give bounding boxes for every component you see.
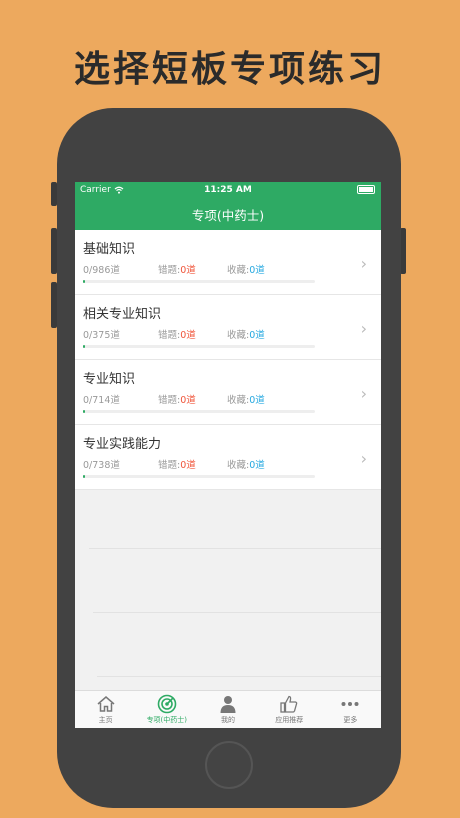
- wrong-count: 0道: [180, 395, 196, 406]
- category-list: 基础知识 0/986道 错题:0道 收藏:0道 › 相关专业知识 0/375道 …: [75, 230, 381, 490]
- fav-count: 0道: [249, 330, 265, 341]
- item-wrong: 错题:0道: [158, 262, 196, 276]
- empty-divider: [93, 612, 381, 613]
- progress-fill: [83, 475, 85, 478]
- fav-label: 收藏:: [227, 395, 250, 406]
- item-title: 相关专业知识: [83, 307, 162, 322]
- progress-fill: [83, 410, 85, 413]
- nav-title: 专项(中药士): [191, 207, 265, 223]
- item-title: 专业知识: [83, 372, 136, 387]
- empty-divider: [97, 676, 381, 677]
- phone-screen: Carrier 11:25 AM 专项(中药士) 基础知识 0/986道 错题:…: [75, 182, 381, 728]
- fav-count: 0道: [249, 395, 265, 406]
- tab-more[interactable]: 更多: [320, 691, 381, 728]
- progress-bar: [83, 475, 315, 478]
- target-icon: [157, 694, 177, 714]
- more-dots-icon: [341, 702, 359, 706]
- wrong-count: 0道: [180, 265, 196, 276]
- status-bar: Carrier 11:25 AM: [75, 182, 381, 198]
- item-title: 基础知识: [83, 242, 136, 257]
- wrong-count: 0道: [180, 460, 196, 471]
- progress-bar: [83, 345, 315, 348]
- wrong-label: 错题:: [158, 330, 181, 341]
- item-wrong: 错题:0道: [158, 457, 196, 471]
- tab-label: 更多: [343, 716, 358, 724]
- tab-label: 应用推荐: [275, 716, 304, 724]
- chevron-right-icon: ›: [360, 449, 367, 468]
- progress-bar: [83, 410, 315, 413]
- list-item-related-knowledge[interactable]: 相关专业知识 0/375道 错题:0道 收藏:0道 ›: [75, 295, 381, 360]
- wrong-count: 0道: [180, 330, 196, 341]
- page-headline: 选择短板专项练习: [73, 48, 386, 90]
- tab-home[interactable]: 主页: [75, 691, 136, 728]
- fav-label: 收藏:: [227, 330, 250, 341]
- item-progress: 0/738道: [83, 460, 120, 471]
- thumbs-up-icon: [280, 695, 298, 713]
- item-title: 专业实践能力: [83, 437, 162, 452]
- tab-bar: 主页 专项(中药士) 我的 应用推荐 更多: [75, 690, 381, 728]
- status-time: 11:25 AM: [204, 185, 252, 195]
- chevron-right-icon: ›: [360, 254, 367, 273]
- tab-label: 我的: [221, 716, 235, 724]
- home-button: [205, 741, 253, 789]
- list-item-basic-knowledge[interactable]: 基础知识 0/986道 错题:0道 收藏:0道 ›: [75, 230, 381, 295]
- list-item-practice-ability[interactable]: 专业实践能力 0/738道 错题:0道 收藏:0道 ›: [75, 425, 381, 490]
- item-progress: 0/375道: [83, 330, 120, 341]
- fav-count: 0道: [249, 265, 265, 276]
- fav-label: 收藏:: [227, 460, 250, 471]
- tab-recommend[interactable]: 应用推荐: [259, 691, 320, 728]
- wrong-label: 错题:: [158, 460, 181, 471]
- item-fav: 收藏:0道: [227, 262, 265, 276]
- tab-label: 主页: [98, 716, 113, 724]
- list-item-professional-knowledge[interactable]: 专业知识 0/714道 错题:0道 收藏:0道 ›: [75, 360, 381, 425]
- fav-label: 收藏:: [227, 265, 250, 276]
- nav-bar: 专项(中药士): [75, 198, 381, 230]
- progress-fill: [83, 345, 85, 348]
- tab-label: 专项(中药士): [146, 716, 188, 724]
- tab-special[interactable]: 专项(中药士): [136, 691, 197, 728]
- person-icon: [220, 696, 236, 713]
- wrong-label: 错题:: [158, 395, 181, 406]
- item-fav: 收藏:0道: [227, 457, 265, 471]
- wrong-label: 错题:: [158, 265, 181, 276]
- item-wrong: 错题:0道: [158, 327, 196, 341]
- home-icon: [97, 696, 115, 712]
- empty-divider: [89, 548, 381, 549]
- progress-bar: [83, 280, 315, 283]
- item-progress: 0/986道: [83, 265, 120, 276]
- item-progress: 0/714道: [83, 395, 120, 406]
- progress-fill: [83, 280, 85, 283]
- item-fav: 收藏:0道: [227, 327, 265, 341]
- item-wrong: 错题:0道: [158, 392, 196, 406]
- tab-mine[interactable]: 我的: [197, 691, 258, 728]
- fav-count: 0道: [249, 460, 265, 471]
- item-fav: 收藏:0道: [227, 392, 265, 406]
- chevron-right-icon: ›: [360, 319, 367, 338]
- battery-icon: [357, 185, 375, 194]
- chevron-right-icon: ›: [360, 384, 367, 403]
